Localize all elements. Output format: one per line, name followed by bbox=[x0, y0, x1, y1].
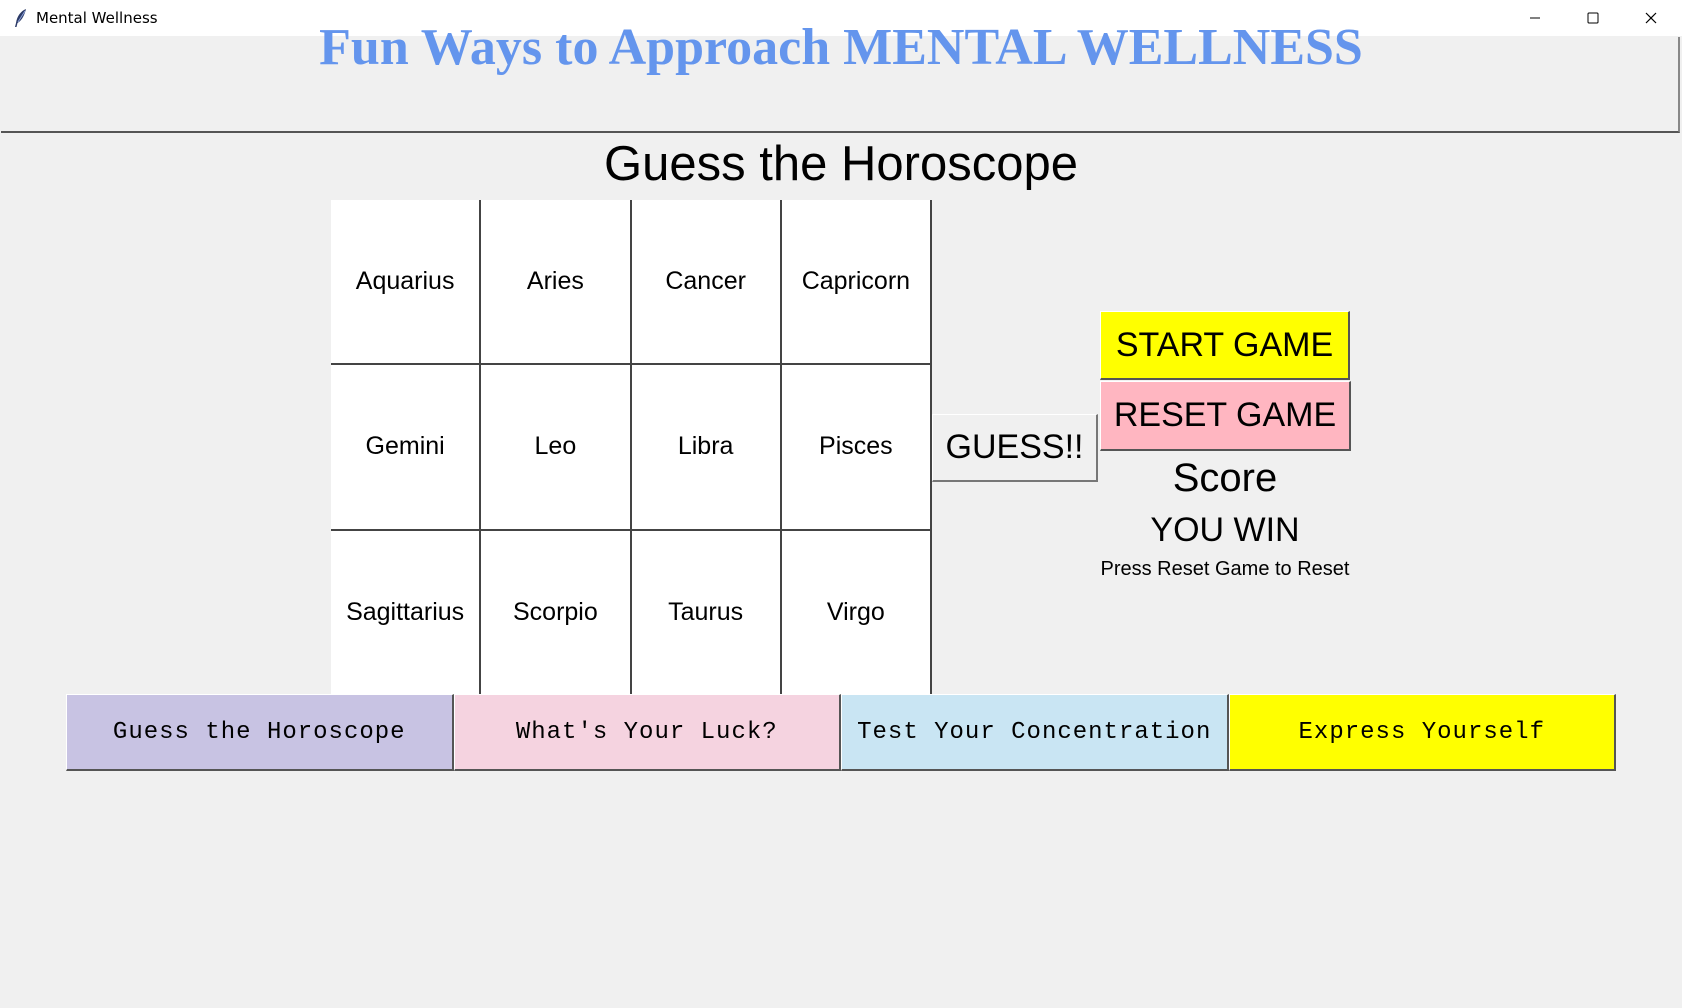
sign-cell-taurus[interactable]: Taurus bbox=[631, 530, 782, 696]
sign-cell-cancer[interactable]: Cancer bbox=[631, 200, 782, 366]
nav-guess-horoscope-button[interactable]: Guess the Horoscope bbox=[66, 694, 454, 771]
reset-hint: Press Reset Game to Reset bbox=[1100, 558, 1350, 580]
app-window: Mental Wellness Fun Ways to Approach MEN… bbox=[0, 0, 1682, 1008]
banner-title: Fun Ways to Approach MENTAL WELLNESS bbox=[319, 19, 1363, 76]
nav-test-concentration-button[interactable]: Test Your Concentration bbox=[841, 694, 1229, 771]
horoscope-grid: Aquarius Aries Cancer Capricorn Gemini L… bbox=[331, 199, 932, 696]
sign-cell-aquarius[interactable]: Aquarius bbox=[331, 200, 482, 366]
sign-cell-aries[interactable]: Aries bbox=[481, 200, 632, 366]
sign-cell-virgo[interactable]: Virgo bbox=[781, 530, 932, 696]
result-text: YOU WIN bbox=[1150, 511, 1300, 549]
sign-cell-scorpio[interactable]: Scorpio bbox=[481, 530, 632, 696]
start-game-button[interactable]: START GAME bbox=[1100, 311, 1350, 380]
reset-game-button[interactable]: RESET GAME bbox=[1100, 381, 1351, 451]
score-label: Score bbox=[1172, 456, 1278, 500]
sign-cell-sagittarius[interactable]: Sagittarius bbox=[331, 530, 482, 696]
sign-cell-leo[interactable]: Leo bbox=[481, 365, 632, 531]
sign-cell-capricorn[interactable]: Capricorn bbox=[781, 200, 932, 366]
sign-cell-gemini[interactable]: Gemini bbox=[331, 365, 482, 531]
nav-whats-your-luck-button[interactable]: What's Your Luck? bbox=[453, 694, 841, 771]
activity-nav: Guess the Horoscope What's Your Luck? Te… bbox=[66, 694, 1616, 771]
game-title: Guess the Horoscope bbox=[604, 137, 1078, 191]
sign-cell-libra[interactable]: Libra bbox=[631, 365, 782, 531]
sign-cell-pisces[interactable]: Pisces bbox=[781, 365, 932, 531]
nav-express-yourself-button[interactable]: Express Yourself bbox=[1228, 694, 1616, 771]
